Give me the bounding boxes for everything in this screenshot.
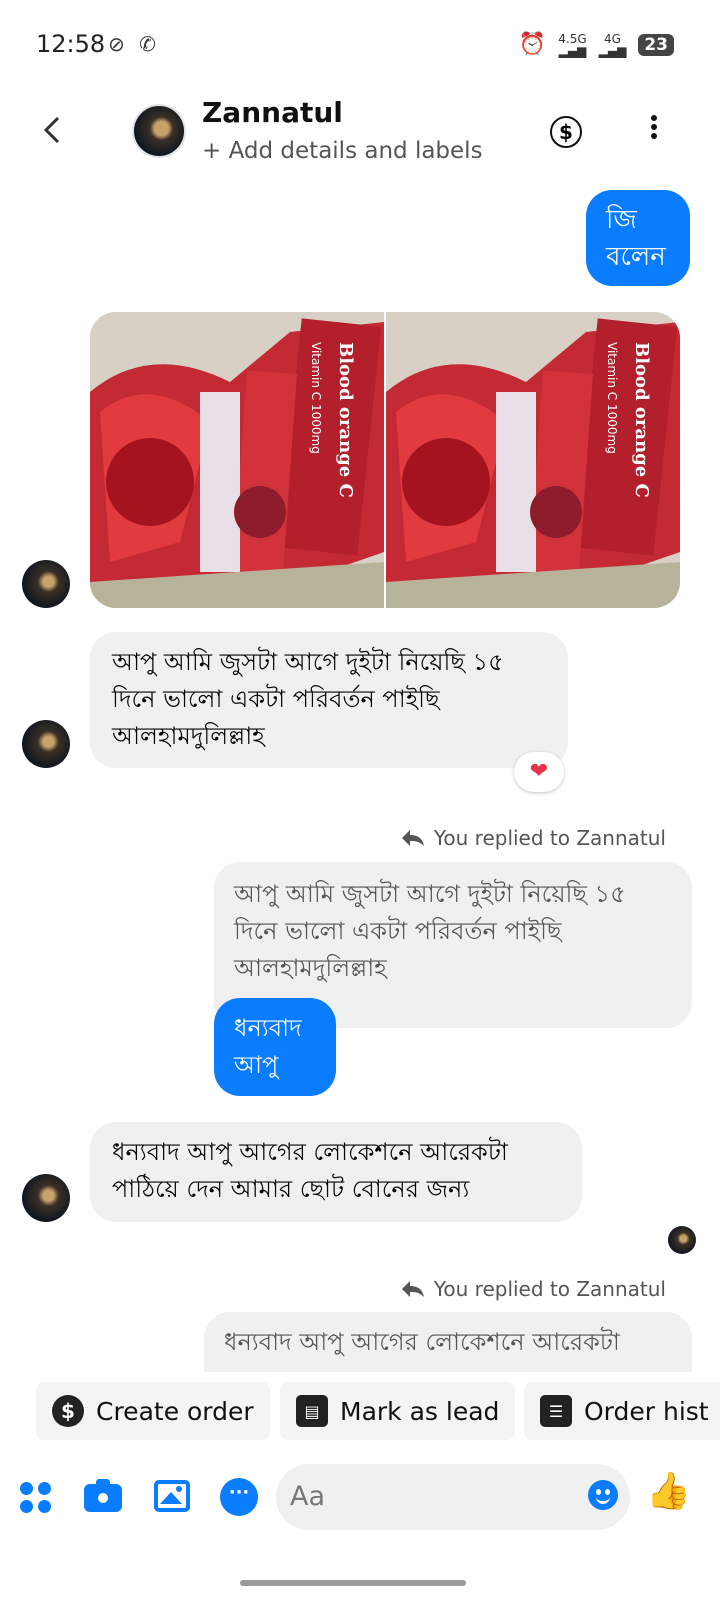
- order-history-label: Order hist: [584, 1396, 709, 1426]
- read-receipt-avatar: [668, 1226, 696, 1254]
- reply-indicator: You replied to Zannatul: [400, 826, 666, 850]
- heart-reaction-icon[interactable]: ❤: [514, 752, 564, 792]
- thumbs-up-icon[interactable]: 👍: [646, 1472, 691, 1512]
- mark-as-lead-label: Mark as lead: [340, 1396, 500, 1426]
- dollar-icon: $: [52, 1395, 84, 1427]
- message-bubble-incoming[interactable]: আপু আমি জুসটা আগে দুইটা নিয়েছি ১৫ দিনে …: [90, 632, 568, 768]
- battery-icon: 23: [638, 33, 674, 56]
- dollar-circle-icon[interactable]: $: [550, 116, 582, 148]
- chat-header: Zannatul + Add details and labels $: [0, 90, 720, 180]
- camera-icon[interactable]: [84, 1476, 124, 1516]
- product-photo: Blood orange C Vitamin C 1000mg: [90, 312, 384, 608]
- more-vertical-icon[interactable]: [644, 112, 664, 152]
- reply-arrow-icon: [401, 830, 424, 846]
- signal-icon-2: 4G ▂▄▆: [598, 31, 627, 58]
- message-bubble-incoming[interactable]: ধন্যবাদ আপু আগের লোকেশনে আরেকটা পাঠিয়ে …: [90, 1122, 582, 1222]
- create-order-label: Create order: [96, 1396, 254, 1426]
- reply-label: You replied to Zannatul: [433, 826, 666, 850]
- contact-name[interactable]: Zannatul: [202, 96, 343, 129]
- back-icon[interactable]: [38, 110, 66, 150]
- quoted-message[interactable]: ধন্যবাদ আপু আগের লোকেশনে আরেকটা: [204, 1312, 692, 1372]
- status-time: 12:58: [36, 30, 106, 58]
- sender-avatar[interactable]: [22, 1174, 70, 1222]
- message-bubble-outgoing[interactable]: ধন্যবাদ আপু: [214, 998, 336, 1096]
- svg-text:Blood orange C: Blood orange C: [631, 342, 652, 498]
- emoji-icon[interactable]: [588, 1480, 618, 1510]
- sender-avatar[interactable]: [22, 560, 70, 608]
- svg-text:Blood orange C: Blood orange C: [335, 342, 356, 498]
- reply-arrow-icon: [401, 1281, 424, 1297]
- list-icon: ☰: [540, 1395, 572, 1427]
- message-composer: ··· Aa 👍: [0, 1458, 720, 1538]
- product-photo: Blood orange C Vitamin C 1000mg: [386, 312, 680, 608]
- reply-indicator: You replied to Zannatul: [400, 1277, 666, 1301]
- create-order-button[interactable]: $ Create order: [36, 1382, 270, 1440]
- menu-grid-icon[interactable]: [18, 1476, 58, 1516]
- contact-card-icon: ▤: [296, 1395, 328, 1427]
- message-input[interactable]: Aa: [276, 1464, 630, 1530]
- order-history-button[interactable]: ☰ Order hist: [524, 1382, 720, 1440]
- status-right: ⏰ 4.5G ▂▄▆ 4G ▂▄▆ 23: [519, 32, 674, 57]
- message-list[interactable]: জি বলেন Blood orange C Vitamin C 1000mg: [0, 180, 720, 1372]
- add-details-link[interactable]: + Add details and labels: [202, 138, 483, 164]
- business-action-bar: $ Create order ▤ Mark as lead ☰ Order hi…: [0, 1382, 720, 1442]
- svg-text:Vitamin C 1000mg: Vitamin C 1000mg: [605, 342, 619, 454]
- alarm-icon: ⏰: [518, 32, 547, 57]
- chat-bubble-icon[interactable]: ···: [220, 1476, 260, 1516]
- gallery-icon[interactable]: [152, 1476, 192, 1516]
- signal-icon: 4.5G ▂▄▆: [558, 31, 587, 58]
- message-bubble-outgoing[interactable]: জি বলেন: [586, 190, 690, 286]
- svg-text:Vitamin C 1000mg: Vitamin C 1000mg: [309, 342, 323, 454]
- status-bar: 12:58 ⊘ ✆ ⏰ 4.5G ▂▄▆ 4G ▂▄▆ 23: [0, 0, 720, 90]
- home-indicator[interactable]: [240, 1580, 466, 1586]
- photo-attachment[interactable]: Blood orange C Vitamin C 1000mg: [386, 312, 680, 608]
- sender-avatar[interactable]: [22, 720, 70, 768]
- contact-avatar[interactable]: [132, 104, 186, 158]
- status-notification-icons: ⊘ ✆: [108, 32, 160, 56]
- mark-as-lead-button[interactable]: ▤ Mark as lead: [280, 1382, 516, 1440]
- photo-attachment[interactable]: Blood orange C Vitamin C 1000mg: [90, 312, 384, 608]
- reply-label: You replied to Zannatul: [433, 1277, 666, 1301]
